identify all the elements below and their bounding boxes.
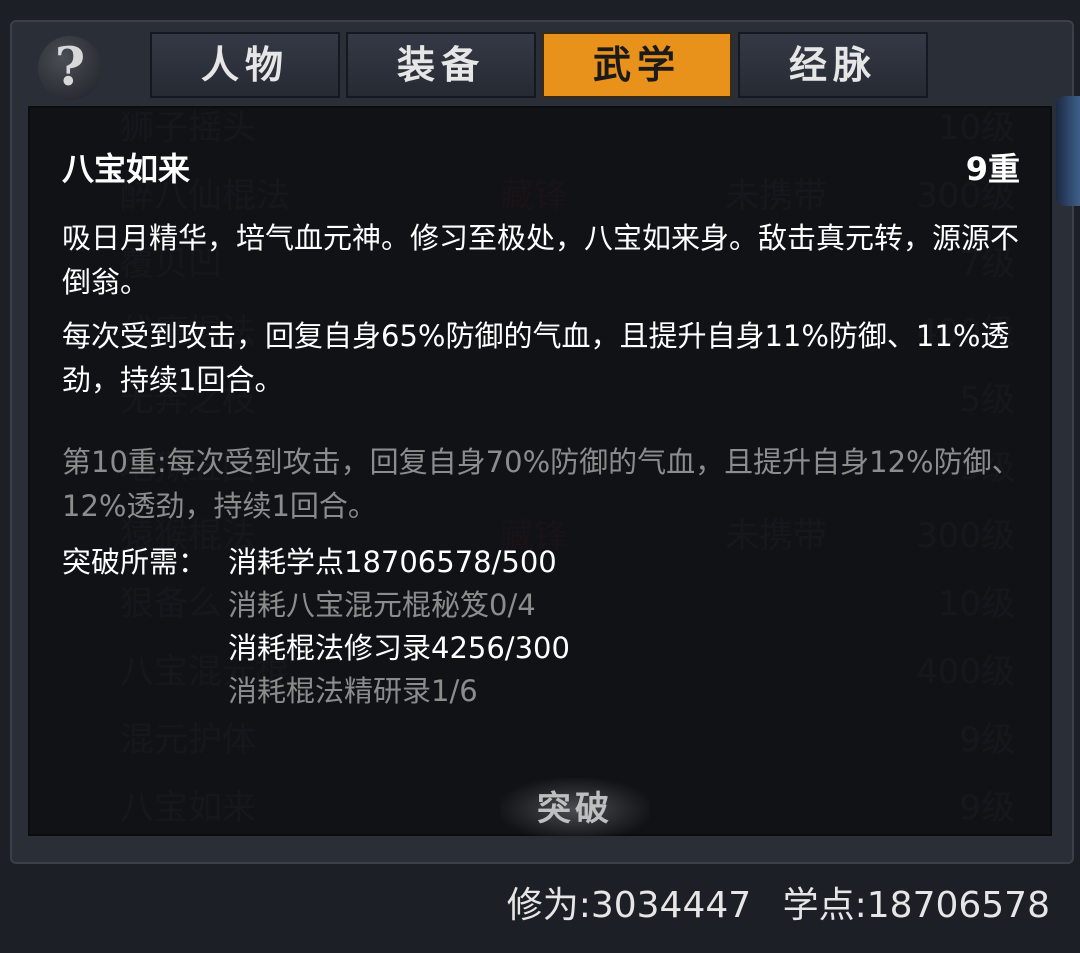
- skill-detail-popup: 八宝如来 9重 吸日月精华，培气血元神。修习至极处，八宝如来身。敌击真元转，源源…: [28, 106, 1052, 840]
- skill-effect: 每次受到攻击，回复自身65%防御的气血，且提升自身11%防御、11%透劲，持续1…: [62, 319, 1010, 397]
- tab-equipment[interactable]: 装备: [346, 32, 536, 98]
- cultivation-value: 修为:3034447: [506, 885, 752, 926]
- tab-character[interactable]: 人物: [150, 32, 340, 98]
- requirement-item: 消耗八宝混元棍秘笈0/4: [228, 588, 536, 622]
- side-portrait-icon[interactable]: [1056, 96, 1080, 206]
- skill-level: 9重: [965, 150, 1020, 188]
- requirement-item: 消耗棍法精研录1/6: [228, 674, 478, 708]
- skill-next-effect: 第10重:每次受到攻击，回复自身70%防御的气血，且提升自身12%防御、12%透…: [62, 445, 1021, 523]
- requirement-item: 消耗学点18706578/500: [228, 545, 557, 579]
- player-stats: 修为:3034447 学点:18706578: [487, 878, 1050, 934]
- study-points-value: 学点:18706578: [782, 885, 1050, 926]
- requirement-item: 消耗棍法修习录4256/300: [228, 631, 570, 665]
- tab-bar: 人物 装备 武学 经脉: [150, 32, 934, 100]
- tab-meridians[interactable]: 经脉: [738, 32, 928, 98]
- breakthrough-button[interactable]: 突破: [500, 778, 650, 840]
- skill-description: 吸日月精华，培气血元神。修习至极处，八宝如来身。敌击真元转，源源不倒翁。: [62, 221, 1020, 299]
- tab-martial-arts[interactable]: 武学: [542, 32, 732, 98]
- help-icon[interactable]: ?: [38, 36, 102, 100]
- skill-title: 八宝如来: [62, 150, 191, 188]
- requirements-label: 突破所需：: [62, 545, 208, 579]
